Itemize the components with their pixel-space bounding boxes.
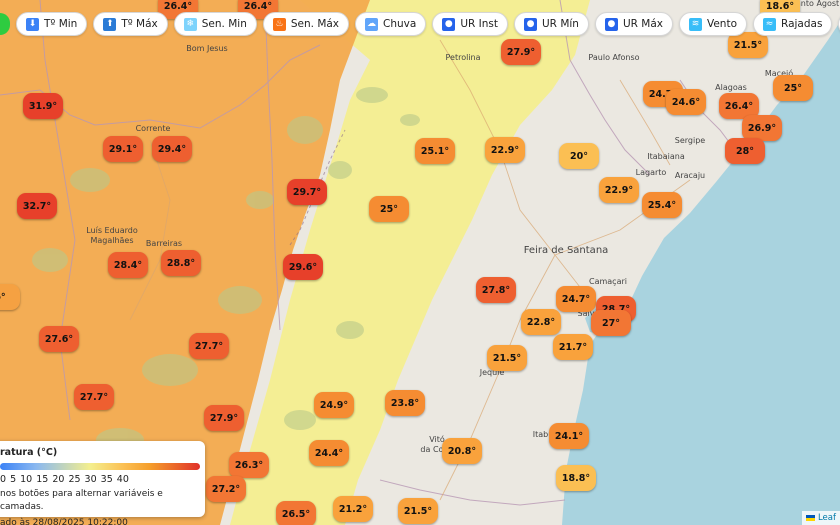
variable-button-label: UR Inst: [460, 18, 498, 30]
place-label: Itabaiana: [647, 152, 685, 161]
place-label: Paulo Afonso: [588, 53, 639, 62]
droplet-icon: ●: [442, 17, 456, 31]
variable-button-label: UR Mín: [542, 18, 579, 30]
place-label: Camaçari: [589, 277, 627, 286]
place-label: Lagarto: [636, 168, 667, 177]
variable-button-label: Sen. Min: [201, 18, 247, 30]
temperature-marker[interactable]: 22.9°: [485, 137, 525, 163]
variable-button-label: Tº Máx: [121, 18, 158, 30]
temperature-marker[interactable]: 28.8°: [161, 250, 201, 276]
variable-button-t-m-x[interactable]: ⬆ Tº Máx: [93, 12, 168, 36]
temperature-marker[interactable]: 21.5°: [487, 345, 527, 371]
ukraine-flag-icon: [805, 515, 815, 521]
status-indicator: [0, 13, 10, 35]
temperature-marker[interactable]: 27°: [591, 310, 631, 336]
temperature-marker[interactable]: 29.1°: [103, 136, 143, 162]
temperature-marker[interactable]: 22.8°: [521, 309, 561, 335]
temperature-marker[interactable]: 21.2°: [333, 496, 373, 522]
up-arrow-icon: ⬆: [103, 17, 117, 31]
place-label: Aracaju: [675, 171, 705, 180]
temperature-marker[interactable]: 32.7°: [17, 193, 57, 219]
place-label: Feira de Santana: [524, 245, 609, 256]
temperature-marker[interactable]: 27.6°: [39, 326, 79, 352]
rain-cloud-icon: ☁: [365, 17, 379, 31]
place-label: Barreiras: [146, 239, 182, 248]
flame-icon: ♨: [272, 17, 286, 31]
temperature-marker[interactable]: 27.7°: [74, 384, 114, 410]
temperature-marker[interactable]: 24.9°: [314, 392, 354, 418]
temperature-marker[interactable]: 21.5°: [398, 498, 438, 524]
temperature-marker[interactable]: 25.1°: [415, 138, 455, 164]
temperature-marker[interactable]: 24.4°: [309, 440, 349, 466]
variable-toolbar: ⬇ Tº Min ⬆ Tº Máx ❄ Sen. Min ♨ Sen. Máx ☁ Chuva ● U…: [0, 0, 840, 48]
temperature-marker[interactable]: 31.9°: [23, 93, 63, 119]
attribution-link[interactable]: Leaf: [818, 513, 836, 523]
variable-button-sen-m-x[interactable]: ♨ Sen. Máx: [262, 12, 350, 36]
variable-button-label: Rajadas: [781, 18, 823, 30]
temperature-marker[interactable]: 22.9°: [599, 177, 639, 203]
variable-button-vento[interactable]: ≋ Vento: [678, 12, 748, 36]
variable-button-ur-m-n[interactable]: ● UR Mín: [514, 12, 589, 36]
temperature-marker[interactable]: 25.4°: [642, 192, 682, 218]
temperature-marker[interactable]: 6°: [0, 284, 20, 310]
temperature-marker[interactable]: 26.3°: [229, 452, 269, 478]
place-label: Petrolina: [445, 53, 480, 62]
place-label: Corrente: [136, 124, 171, 133]
temperature-marker[interactable]: 18.8°: [556, 465, 596, 491]
variable-button-chuva[interactable]: ☁ Chuva: [355, 12, 427, 36]
droplet-icon: ●: [604, 17, 618, 31]
variable-buttons: ⬇ Tº Min ⬆ Tº Máx ❄ Sen. Min ♨ Sen. Máx ☁ Chuva ● U…: [16, 12, 840, 36]
place-label: Magalhães: [90, 236, 133, 245]
temperature-marker[interactable]: 20°: [559, 143, 599, 169]
legend-ticks: 0 5 10 15 20 25 30 35 40: [0, 474, 129, 485]
temperature-marker[interactable]: 24.1°: [549, 423, 589, 449]
temperature-marker[interactable]: 27.9°: [204, 405, 244, 431]
droplet-icon: ●: [524, 17, 537, 31]
gust-icon: ≈: [763, 17, 777, 31]
variable-button-sen-min[interactable]: ❄ Sen. Min: [173, 12, 257, 36]
variable-button-label: UR Máx: [622, 18, 663, 30]
temperature-marker[interactable]: 27.2°: [206, 476, 246, 502]
map-attribution[interactable]: Leaf: [801, 511, 840, 525]
temperature-marker[interactable]: 27.7°: [189, 333, 229, 359]
legend-updated-at: ado às 28/08/2025 10:22:00: [0, 518, 128, 525]
temperature-marker[interactable]: 28°: [725, 138, 765, 164]
temperature-marker[interactable]: 29.4°: [152, 136, 192, 162]
temperature-marker[interactable]: 24.6°: [666, 89, 706, 115]
variable-button-t-min[interactable]: ⬇ Tº Min: [16, 12, 88, 36]
variable-button-label: Sen. Máx: [290, 18, 340, 30]
variable-button-label: Tº Min: [44, 18, 78, 30]
legend-note-toggle: nos botões para alternar variáveis e cam…: [0, 489, 163, 512]
temperature-marker[interactable]: 25°: [773, 75, 813, 101]
place-label: Sergipe: [675, 136, 706, 145]
temperature-marker[interactable]: 29.6°: [283, 254, 323, 280]
legend-panel: ratura (°C) 0 5 10 15 20 25 30 35 40 nos…: [0, 441, 205, 525]
temperature-marker[interactable]: 21.7°: [553, 334, 593, 360]
temperature-marker[interactable]: 29.7°: [287, 179, 327, 205]
temperature-marker[interactable]: 26.5°: [276, 501, 316, 525]
temperature-marker[interactable]: 23.8°: [385, 390, 425, 416]
temperature-marker[interactable]: 27.8°: [476, 277, 516, 303]
variable-button-ur-m-x[interactable]: ● UR Máx: [594, 12, 673, 36]
temperature-marker[interactable]: 20.8°: [442, 438, 482, 464]
variable-button-label: Vento: [706, 18, 738, 30]
wind-icon: ≋: [688, 17, 702, 31]
variable-button-ur-inst[interactable]: ● UR Inst: [432, 12, 508, 36]
temperature-marker[interactable]: 28.4°: [108, 252, 148, 278]
legend-title: ratura (°C): [0, 447, 58, 458]
variable-button-rajadas[interactable]: ≈ Rajadas: [753, 12, 833, 36]
temperature-marker[interactable]: 25°: [369, 196, 409, 222]
place-label: Luís Eduardo: [86, 226, 138, 235]
snowflake-icon: ❄: [183, 17, 197, 31]
place-label: Alagoas: [715, 83, 747, 92]
down-arrow-icon: ⬇: [26, 17, 39, 31]
legend-color-scale: [0, 463, 200, 470]
variable-button-label: Chuva: [383, 18, 417, 30]
temperature-marker[interactable]: 24.7°: [556, 286, 596, 312]
